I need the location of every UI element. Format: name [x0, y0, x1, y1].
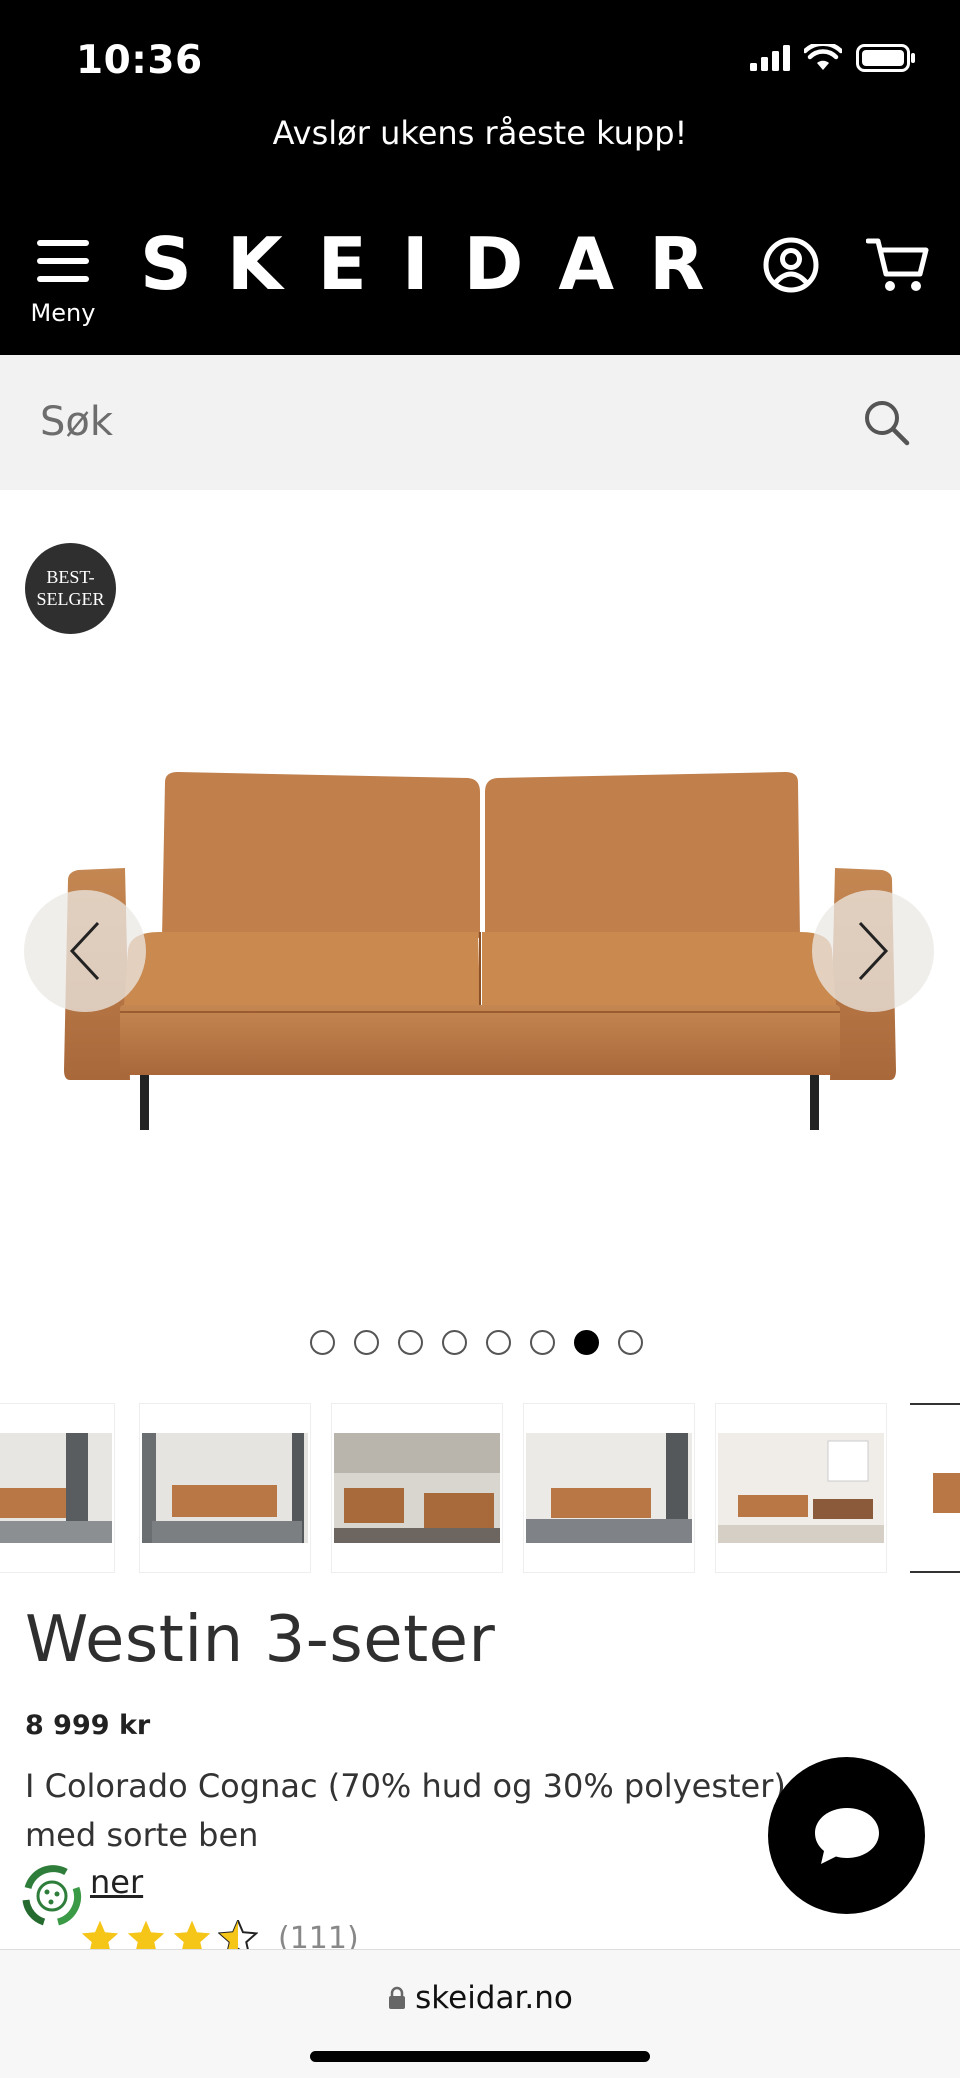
- carousel-dot[interactable]: [486, 1330, 511, 1355]
- status-icons: [750, 44, 916, 72]
- address-field[interactable]: skeidar.no: [0, 1980, 960, 2016]
- home-indicator[interactable]: [310, 2051, 650, 2062]
- next-image-button[interactable]: [812, 890, 934, 1012]
- signal-icon: [750, 45, 790, 71]
- thumbnail-image: [718, 1433, 884, 1543]
- lock-icon: [389, 1986, 406, 2009]
- skeidar-logo[interactable]: SKEIDAR: [140, 222, 740, 306]
- product-description: I Colorado Cognac (70% hud og 30% polyes…: [25, 1767, 786, 1854]
- status-time: 10:36: [76, 38, 203, 83]
- carousel-dot[interactable]: [530, 1330, 555, 1355]
- cart-button[interactable]: [865, 236, 930, 299]
- thumbnail-image: [0, 1433, 112, 1543]
- product-title: Westin 3-seter: [25, 1603, 496, 1677]
- shopping-cart-icon: [865, 238, 929, 291]
- search-input[interactable]: [40, 390, 840, 454]
- browser-address-bar: skeidar.no: [0, 1949, 960, 2078]
- account-button[interactable]: [762, 236, 820, 299]
- thumbnail[interactable]: [715, 1403, 887, 1573]
- recycle-icon: [18, 1862, 86, 1930]
- carousel-dot[interactable]: [618, 1330, 643, 1355]
- announcement-banner[interactable]: Avslør ukens råeste kupp!: [0, 114, 960, 152]
- thumbnail-image: [526, 1433, 692, 1543]
- thumbnail-selected[interactable]: [910, 1403, 960, 1573]
- menu-label: Meny: [30, 299, 96, 327]
- search-bar: [0, 355, 960, 490]
- thumbnail[interactable]: [331, 1403, 503, 1573]
- user-icon: [763, 237, 819, 293]
- thumbnail-image: [142, 1433, 308, 1543]
- carousel-dot[interactable]: [442, 1330, 467, 1355]
- badge-line-2: SELGER: [36, 589, 105, 609]
- bestseller-badge: BEST- SELGER: [25, 543, 116, 634]
- site-header: 10:36 Avslør ukens råeste kupp! Meny SKE…: [0, 0, 960, 355]
- menu-button[interactable]: Meny: [28, 238, 98, 327]
- wifi-icon: [804, 44, 842, 70]
- eco-badge[interactable]: [14, 1858, 90, 1939]
- thumbnail-strip: [0, 1403, 960, 1573]
- thumbnail[interactable]: [0, 1403, 115, 1573]
- carousel-dot[interactable]: [398, 1330, 423, 1355]
- carousel-dot[interactable]: [310, 1330, 335, 1355]
- thumbnail-image: [913, 1433, 960, 1543]
- chat-button[interactable]: [768, 1757, 925, 1914]
- battery-icon: [856, 44, 915, 72]
- thumbnail[interactable]: [139, 1403, 311, 1573]
- more-link[interactable]: ner: [90, 1863, 143, 1901]
- product-price: 8 999 kr: [25, 1710, 151, 1741]
- thumbnail[interactable]: [523, 1403, 695, 1573]
- badge-line-1: BEST-: [46, 567, 95, 587]
- hamburger-icon: [37, 240, 89, 282]
- search-icon[interactable]: [862, 398, 912, 448]
- carousel-dots: [310, 1330, 643, 1355]
- previous-image-button[interactable]: [24, 890, 146, 1012]
- chevron-left-icon: [69, 921, 100, 981]
- chat-bubble-icon: [814, 1807, 879, 1864]
- carousel-dot-active[interactable]: [574, 1330, 599, 1355]
- carousel-dot[interactable]: [354, 1330, 379, 1355]
- chevron-right-icon: [858, 921, 889, 981]
- url-text: skeidar.no: [415, 1980, 573, 2016]
- thumbnail-image: [334, 1433, 500, 1543]
